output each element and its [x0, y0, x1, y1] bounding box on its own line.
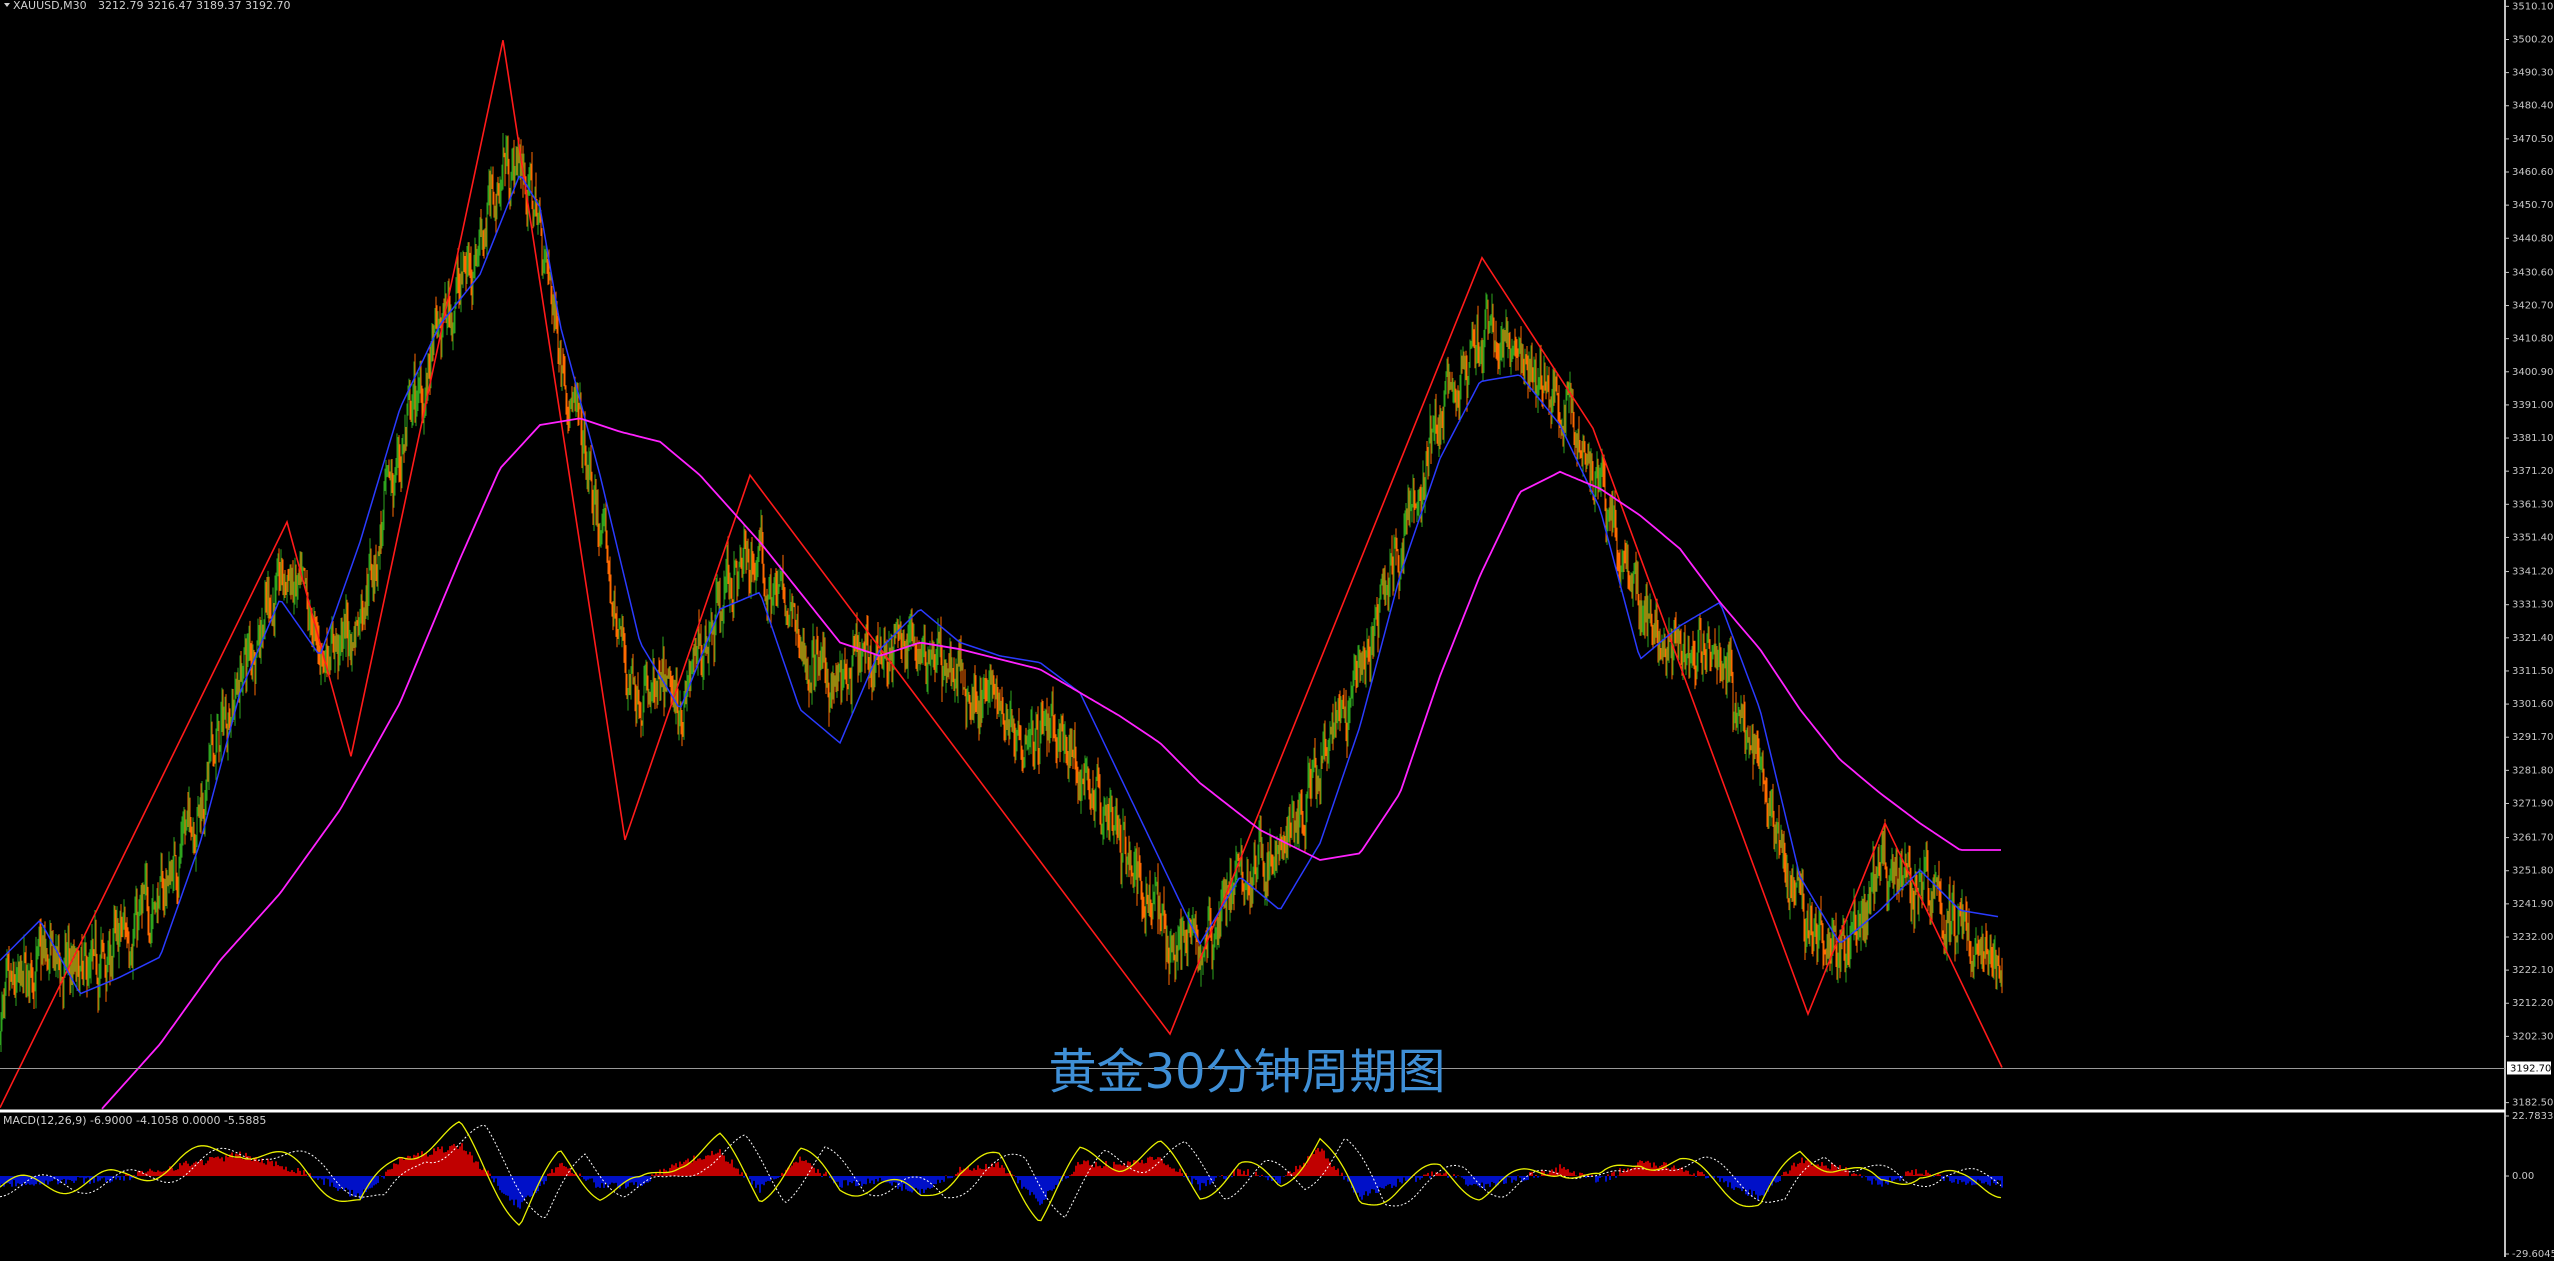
price-tick-label: 3490.30 [2512, 68, 2553, 79]
price-tick-label: 3450.70 [2512, 200, 2553, 211]
watermark-title: 黄金30分钟周期图 [1048, 1044, 1445, 1100]
price-tick-label: 3510.10 [2512, 1, 2553, 12]
price-tick-label: 3321.40 [2512, 633, 2553, 644]
chart-canvas[interactable]: XAUUSD,M30 3212.79 3216.47 3189.37 3192.… [0, 0, 2554, 1260]
price-tick-label: 3281.80 [2512, 765, 2553, 776]
price-tick-label: 3361.30 [2512, 499, 2553, 510]
price-tick-label: 3271.90 [2512, 798, 2553, 809]
macd-tick-label: -29.6045 [2512, 1249, 2554, 1257]
ohlc-label: 3212.79 3216.47 3189.37 3192.70 [98, 0, 290, 12]
macd-title: MACD(12,26,9) -6.9000 -4.1058 0.0000 -5.… [3, 1114, 266, 1127]
price-tick-label: 3391.00 [2512, 400, 2553, 411]
symbol-label: XAUUSD,M30 [13, 0, 87, 12]
price-tick-label: 3341.20 [2512, 567, 2553, 578]
price-tick-label: 3480.40 [2512, 101, 2553, 112]
price-tick-label: 3301.60 [2512, 699, 2553, 710]
price-tick-label: 3351.40 [2512, 532, 2553, 543]
current-price-tag-text: 3192.70 [2510, 1064, 2551, 1075]
price-tick-label: 3241.90 [2512, 899, 2553, 910]
price-tick-label: 3202.30 [2512, 1031, 2553, 1042]
price-tick-label: 3430.60 [2512, 267, 2553, 278]
price-tick-label: 3371.20 [2512, 466, 2553, 477]
price-tick-label: 3440.80 [2512, 233, 2553, 244]
price-tick-label: 3460.60 [2512, 167, 2553, 178]
price-tick-label: 3232.00 [2512, 932, 2553, 943]
price-tick-label: 3251.80 [2512, 866, 2553, 877]
price-tick-label: 3222.10 [2512, 965, 2553, 976]
price-tick-label: 3500.20 [2512, 34, 2553, 45]
price-tick-label: 3261.70 [2512, 833, 2553, 844]
price-tick-label: 3182.50 [2512, 1098, 2553, 1109]
price-tick-label: 3331.30 [2512, 600, 2553, 611]
chart-window[interactable]: XAUUSD,M30 3212.79 3216.47 3189.37 3192.… [0, 0, 2554, 1260]
price-tick-label: 3420.70 [2512, 301, 2553, 312]
price-tick-label: 3311.50 [2512, 666, 2553, 677]
macd-tick-label: 22.7833 [2512, 1111, 2553, 1122]
price-tick-label: 3381.10 [2512, 433, 2553, 444]
price-tick-label: 3291.70 [2512, 732, 2553, 743]
price-tick-label: 3410.80 [2512, 334, 2553, 345]
price-tick-label: 3470.50 [2512, 134, 2553, 145]
price-tick-label: 3212.20 [2512, 998, 2553, 1009]
macd-tick-label: 0.00 [2512, 1171, 2534, 1182]
price-tick-label: 3400.90 [2512, 367, 2553, 378]
